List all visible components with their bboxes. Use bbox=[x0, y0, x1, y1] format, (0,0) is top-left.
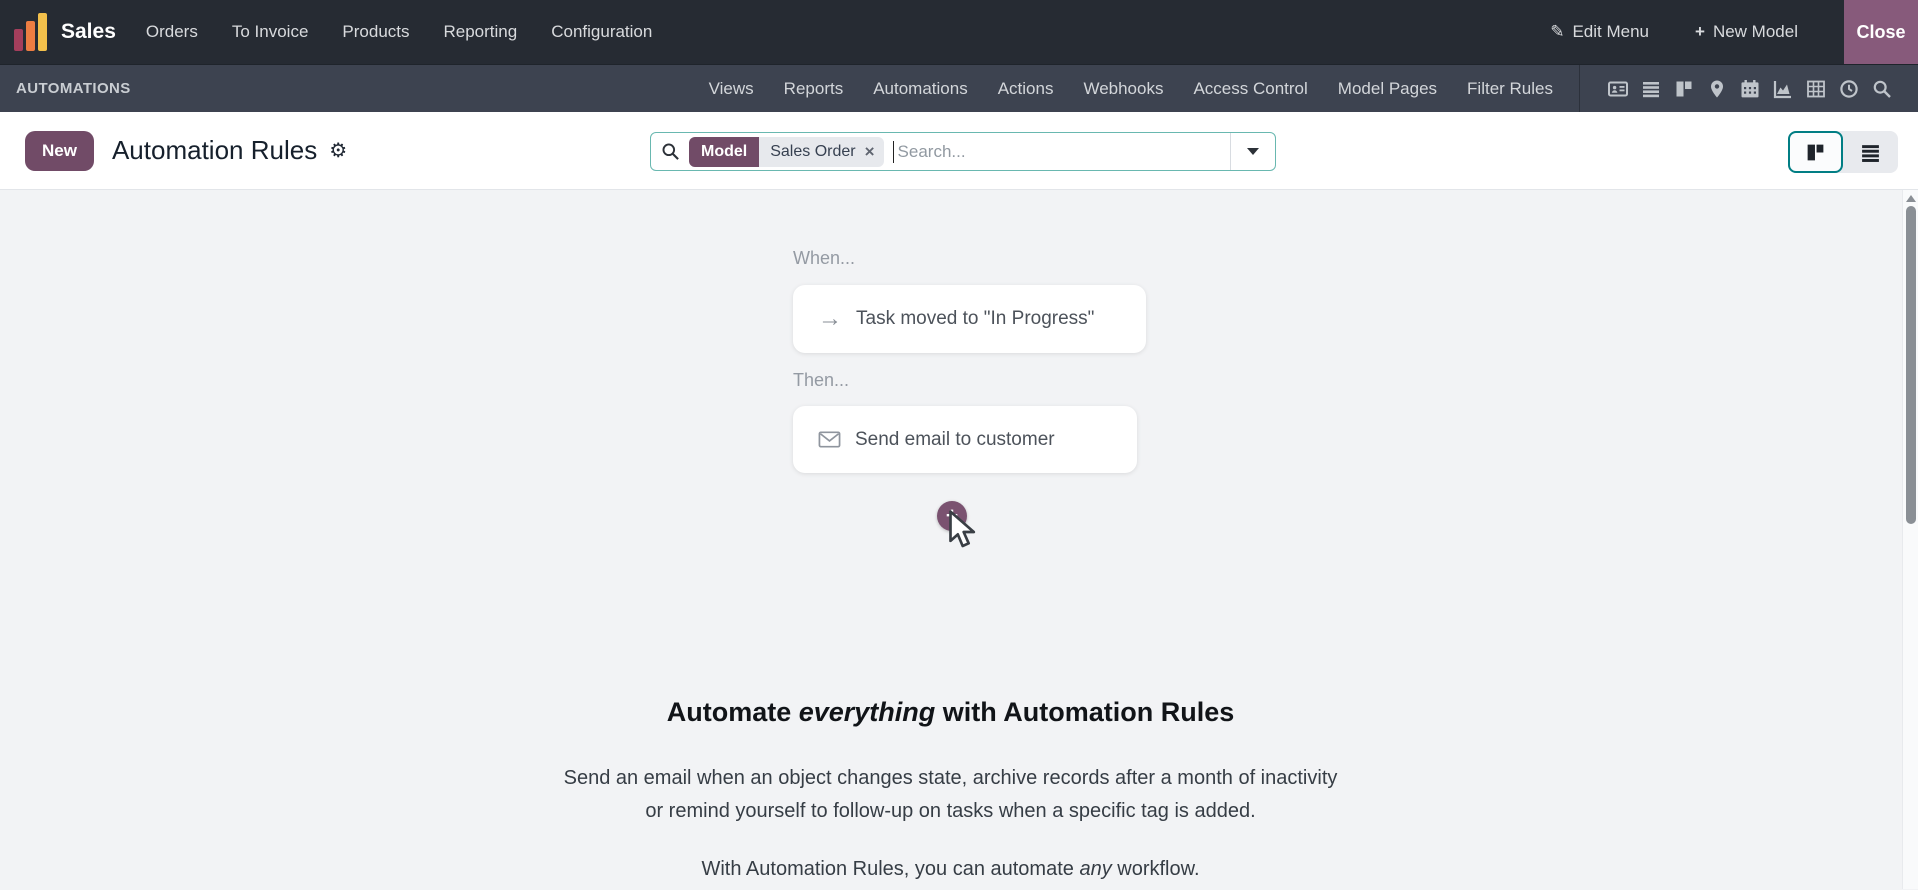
logo-bar-icon bbox=[38, 13, 47, 51]
search-bar[interactable]: Model Sales Order × bbox=[650, 132, 1276, 171]
automations-canvas: When... → Task moved to "In Progress" Th… bbox=[0, 190, 1918, 889]
search-icon bbox=[661, 142, 680, 161]
tab-access-control[interactable]: Access Control bbox=[1193, 79, 1307, 99]
list-view-button[interactable] bbox=[1843, 131, 1898, 173]
calendar-view-icon[interactable] bbox=[1740, 79, 1760, 99]
search-dropdown-toggle[interactable] bbox=[1231, 148, 1275, 155]
logo-bar-icon bbox=[26, 21, 35, 51]
new-button[interactable]: New bbox=[25, 131, 94, 171]
menu-item-orders[interactable]: Orders bbox=[146, 22, 198, 42]
app-menu: Orders To Invoice Products Reporting Con… bbox=[146, 22, 652, 42]
menu-item-configuration[interactable]: Configuration bbox=[551, 22, 652, 42]
facet-remove-icon[interactable]: × bbox=[865, 142, 875, 162]
then-label: Then... bbox=[793, 370, 849, 391]
envelope-icon bbox=[818, 428, 841, 451]
promo-section: Automate everything with Automation Rule… bbox=[0, 697, 1901, 881]
arrow-right-icon: → bbox=[818, 307, 842, 331]
when-label: When... bbox=[793, 248, 855, 269]
edit-menu-label: Edit Menu bbox=[1572, 22, 1649, 42]
facet-value-text: Sales Order bbox=[770, 143, 855, 161]
tab-reports[interactable]: Reports bbox=[784, 79, 844, 99]
tab-webhooks[interactable]: Webhooks bbox=[1083, 79, 1163, 99]
promo-footer-post: workflow. bbox=[1112, 858, 1200, 880]
view-switcher bbox=[1788, 131, 1898, 173]
trigger-card-text: Task moved to "In Progress" bbox=[856, 308, 1094, 330]
sales-app-logo[interactable] bbox=[14, 13, 47, 51]
tab-views[interactable]: Views bbox=[709, 79, 754, 99]
studio-tabs: Views Reports Automations Actions Webhoo… bbox=[709, 79, 1553, 99]
tab-filter-rules[interactable]: Filter Rules bbox=[1467, 79, 1553, 99]
pencil-icon: ✎ bbox=[1550, 22, 1564, 42]
top-navbar: Sales Orders To Invoice Products Reporti… bbox=[0, 0, 1918, 64]
promo-heading-pre: Automate bbox=[667, 697, 799, 727]
pivot-view-icon[interactable] bbox=[1806, 79, 1826, 99]
add-node-button[interactable]: + bbox=[937, 501, 967, 531]
promo-body-line1: Send an email when an object changes sta… bbox=[0, 762, 1901, 795]
close-studio-button[interactable]: Close bbox=[1844, 0, 1918, 64]
kanban-view-icon[interactable] bbox=[1674, 79, 1694, 99]
list-view-icon[interactable] bbox=[1641, 79, 1661, 99]
new-model-button[interactable]: + New Model bbox=[1695, 22, 1798, 42]
search-input[interactable] bbox=[894, 142, 1230, 162]
app-name[interactable]: Sales bbox=[61, 20, 116, 44]
map-view-icon[interactable] bbox=[1707, 79, 1727, 99]
list-icon bbox=[1860, 142, 1881, 163]
breadcrumb-section-label: AUTOMATIONS bbox=[16, 80, 131, 97]
tab-actions[interactable]: Actions bbox=[998, 79, 1054, 99]
promo-footer-italic: any bbox=[1079, 858, 1111, 880]
edit-menu-button[interactable]: ✎ Edit Menu bbox=[1550, 22, 1649, 42]
kanban-view-button[interactable] bbox=[1788, 131, 1843, 173]
graph-view-icon[interactable] bbox=[1773, 79, 1793, 99]
promo-heading-post: with Automation Rules bbox=[935, 697, 1234, 727]
plus-icon: + bbox=[1695, 22, 1705, 42]
divider bbox=[1579, 65, 1580, 113]
menu-item-reporting[interactable]: Reporting bbox=[444, 22, 518, 42]
scrollbar-thumb[interactable] bbox=[1906, 206, 1916, 524]
promo-body-line2: or remind yourself to follow-up on tasks… bbox=[0, 795, 1901, 828]
facet-value: Sales Order × bbox=[759, 137, 883, 167]
tab-model-pages[interactable]: Model Pages bbox=[1338, 79, 1437, 99]
page-title: Automation Rules bbox=[112, 135, 317, 166]
promo-footer: With Automation Rules, you can automate … bbox=[0, 858, 1901, 881]
chevron-down-icon bbox=[1247, 148, 1259, 155]
vertical-scrollbar[interactable] bbox=[1902, 190, 1918, 889]
logo-bar-icon bbox=[14, 29, 23, 51]
search-facet: Model Sales Order × bbox=[689, 137, 884, 167]
promo-heading: Automate everything with Automation Rule… bbox=[0, 697, 1901, 728]
promo-heading-italic: everything bbox=[799, 697, 936, 727]
facet-category-label[interactable]: Model bbox=[689, 137, 759, 167]
view-type-icons bbox=[1608, 79, 1892, 99]
search-view-icon[interactable] bbox=[1872, 79, 1892, 99]
gear-icon[interactable]: ⚙ bbox=[329, 138, 347, 163]
control-panel: New Automation Rules ⚙ Model Sales Order… bbox=[0, 112, 1918, 190]
promo-footer-pre: With Automation Rules, you can automate bbox=[701, 858, 1079, 880]
menu-item-to-invoice[interactable]: To Invoice bbox=[232, 22, 309, 42]
tab-automations[interactable]: Automations bbox=[873, 79, 968, 99]
trigger-card[interactable]: → Task moved to "In Progress" bbox=[793, 285, 1146, 353]
scroll-up-arrow-icon[interactable] bbox=[1906, 195, 1916, 202]
action-card-text: Send email to customer bbox=[855, 429, 1055, 451]
studio-tab-bar: AUTOMATIONS Views Reports Automations Ac… bbox=[0, 64, 1918, 112]
kanban-icon bbox=[1805, 142, 1826, 163]
new-model-label: New Model bbox=[1713, 22, 1798, 42]
topbar-right: ✎ Edit Menu + New Model Close bbox=[1550, 0, 1918, 64]
action-card[interactable]: Send email to customer bbox=[793, 406, 1137, 473]
menu-item-products[interactable]: Products bbox=[342, 22, 409, 42]
form-view-icon[interactable] bbox=[1608, 79, 1628, 99]
promo-body: Send an email when an object changes sta… bbox=[0, 762, 1901, 828]
activity-view-icon[interactable] bbox=[1839, 79, 1859, 99]
